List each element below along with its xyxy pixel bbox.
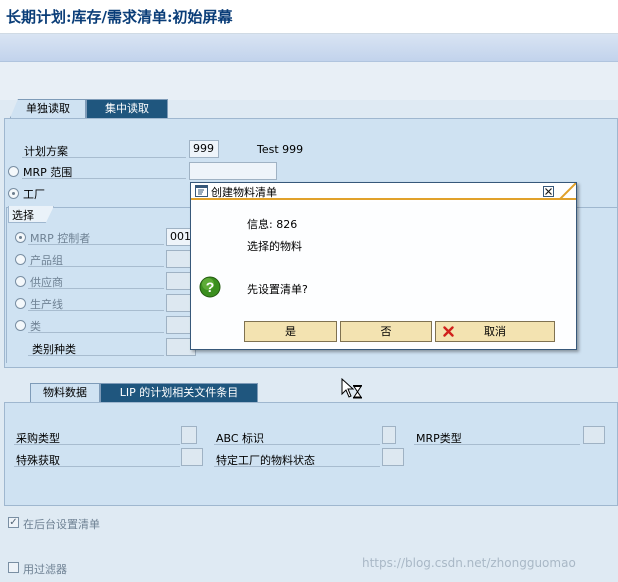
cancel-button[interactable]: 取消 bbox=[435, 321, 555, 342]
no-button[interactable]: 否 bbox=[340, 321, 432, 342]
background-list-label: 在后台设置清单 bbox=[23, 518, 100, 531]
cancel-x-icon bbox=[443, 326, 454, 337]
watermark-text: https://blog.csdn.net/zhongguomao bbox=[362, 556, 576, 570]
planning-scenario-text: Test 999 bbox=[257, 143, 304, 156]
dialog-body: 信息: 826 选择的物料 ? 先设置清单? 是 否 取消 bbox=[191, 202, 576, 349]
create-material-list-dialog: 创建物料清单 信息: 826 选择的物料 ? 先设置清单? 是 否 取消 bbox=[190, 182, 577, 350]
lower-tab-panel: 采购类型 ABC 标识 MRP类型 特殊获取 特定工厂的物料状态 bbox=[4, 402, 618, 506]
production-line-field[interactable] bbox=[166, 294, 192, 312]
dialog-corner-decoration bbox=[559, 183, 576, 200]
mrp-area-radio[interactable] bbox=[8, 166, 19, 177]
close-icon[interactable] bbox=[543, 186, 554, 197]
production-line-radio[interactable] bbox=[15, 298, 26, 309]
application-toolbar bbox=[0, 34, 618, 62]
plant-material-status-field[interactable] bbox=[382, 448, 404, 466]
label-underline bbox=[28, 355, 164, 356]
class-field[interactable] bbox=[166, 316, 192, 334]
special-procurement-field[interactable] bbox=[181, 448, 203, 466]
label-underline bbox=[28, 332, 164, 333]
dialog-title: 创建物料清单 bbox=[211, 186, 277, 199]
label-underline bbox=[28, 244, 164, 245]
mouse-cursor-icon bbox=[341, 378, 362, 399]
product-group-radio[interactable] bbox=[15, 254, 26, 265]
label-underline bbox=[28, 310, 164, 311]
label-underline bbox=[22, 157, 186, 158]
tab-individual-read[interactable]: 单独读取 bbox=[10, 99, 86, 118]
plant-label: 工厂 bbox=[23, 188, 45, 201]
dialog-selected-materials: 选择的物料 bbox=[247, 240, 302, 253]
mrp-area-field[interactable] bbox=[189, 162, 277, 180]
procurement-type-field[interactable] bbox=[181, 426, 197, 444]
cancel-button-label: 取消 bbox=[484, 325, 506, 338]
mrp-controller-field[interactable]: 001 bbox=[166, 228, 192, 246]
label-underline bbox=[414, 444, 580, 445]
yes-button[interactable]: 是 bbox=[244, 321, 337, 342]
toolbar-spacer bbox=[0, 62, 618, 100]
label-underline bbox=[22, 178, 186, 179]
svg-text:?: ? bbox=[206, 279, 215, 295]
tab-lip-planning-file-entries[interactable]: LIP 的计划相关文件条目 bbox=[100, 383, 258, 402]
class-radio[interactable] bbox=[15, 320, 26, 331]
label-underline bbox=[28, 288, 164, 289]
label-underline bbox=[28, 266, 164, 267]
dialog-window-icon bbox=[195, 185, 208, 197]
plant-radio[interactable] bbox=[8, 188, 19, 199]
planning-scenario-field[interactable]: 999 bbox=[189, 140, 219, 158]
vendor-radio[interactable] bbox=[15, 276, 26, 287]
background-list-checkbox[interactable]: ✓ bbox=[8, 517, 19, 528]
dialog-question: 先设置清单? bbox=[247, 283, 308, 296]
label-underline bbox=[14, 444, 180, 445]
selection-section-label: 选择 bbox=[12, 209, 34, 222]
tab-collective-read[interactable]: 集中读取 bbox=[86, 99, 168, 118]
product-group-field[interactable] bbox=[166, 250, 192, 268]
dialog-title-bar: 创建物料清单 bbox=[191, 183, 576, 200]
label-underline bbox=[214, 466, 380, 467]
mrp-controller-radio[interactable] bbox=[15, 232, 26, 243]
label-underline bbox=[214, 444, 380, 445]
abc-indicator-field[interactable] bbox=[382, 426, 396, 444]
tab-material-data[interactable]: 物料数据 bbox=[30, 383, 100, 402]
dialog-info-line: 信息: 826 bbox=[247, 218, 298, 231]
label-underline bbox=[14, 466, 180, 467]
window-title: 长期计划:库存/需求清单:初始屏幕 bbox=[6, 8, 233, 26]
use-filter-checkbox[interactable] bbox=[8, 562, 19, 573]
vendor-field[interactable] bbox=[166, 272, 192, 290]
title-bar: 长期计划:库存/需求清单:初始屏幕 bbox=[0, 0, 618, 34]
mrp-type-field[interactable] bbox=[583, 426, 605, 444]
use-filter-label: 用过滤器 bbox=[23, 563, 67, 576]
question-icon: ? bbox=[199, 276, 221, 298]
